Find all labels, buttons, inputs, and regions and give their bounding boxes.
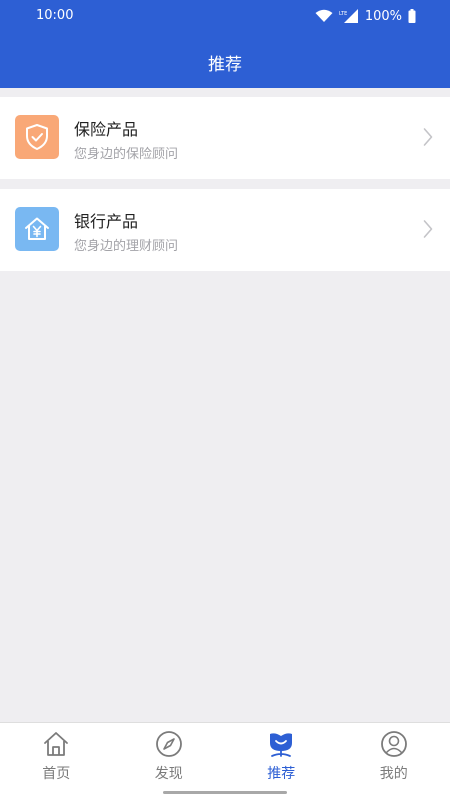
product-title: 银行产品 <box>74 212 139 231</box>
page-title: 推荐 <box>208 55 242 75</box>
bank-house-icon <box>15 207 59 251</box>
product-title: 保险产品 <box>74 120 139 139</box>
recommend-icon <box>270 733 293 757</box>
profile-icon <box>380 731 407 757</box>
tab-label: 发现 <box>154 766 183 782</box>
network-type: LTE <box>339 11 347 17</box>
status-bar: 10:00 LTE 100% <box>0 0 450 32</box>
tab-recommend[interactable]: 推荐 <box>225 723 338 800</box>
tab-label: 推荐 <box>267 766 296 782</box>
battery-icon <box>408 9 416 23</box>
chevron-right-icon <box>423 220 433 238</box>
product-list: 保险产品 您身边的保险顾问 银行产品 您身边的理财顾问 <box>0 97 450 271</box>
bottom-tab-bar: 首页 发现 推荐 我的 <box>0 722 450 800</box>
home-indicator[interactable] <box>163 791 287 794</box>
product-item-bank[interactable]: 银行产品 您身边的理财顾问 <box>0 189 450 271</box>
product-item-insurance[interactable]: 保险产品 您身边的保险顾问 <box>0 97 450 179</box>
cellular-signal-icon: LTE <box>339 9 358 23</box>
status-icons: LTE 100% <box>315 7 416 25</box>
battery-percent: 100% <box>364 8 402 24</box>
chevron-right-icon <box>423 128 433 146</box>
product-subtitle: 您身边的理财顾问 <box>74 239 179 254</box>
wifi-icon <box>315 9 333 22</box>
product-subtitle: 您身边的保险顾问 <box>74 147 179 162</box>
tab-label: 首页 <box>42 766 71 782</box>
tab-profile[interactable]: 我的 <box>338 723 450 800</box>
tab-discover[interactable]: 发现 <box>113 723 226 800</box>
compass-icon <box>155 731 182 757</box>
tab-home[interactable]: 首页 <box>0 723 113 800</box>
app-header: 10:00 LTE 100% 推荐 <box>0 0 450 88</box>
shield-check-icon <box>15 115 59 159</box>
tab-label: 我的 <box>379 766 408 782</box>
status-time: 10:00 <box>36 8 74 23</box>
home-icon <box>44 732 69 756</box>
